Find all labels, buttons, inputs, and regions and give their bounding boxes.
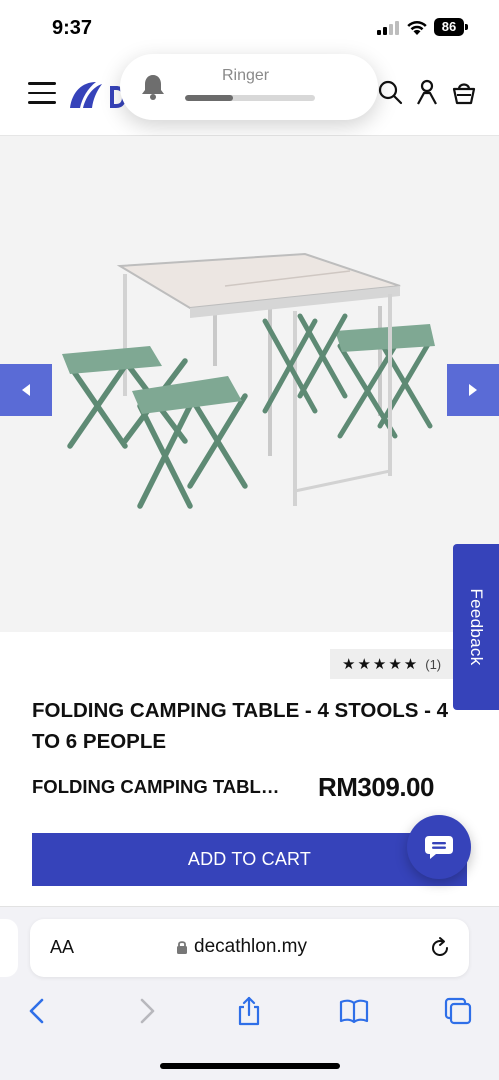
variant-name: FOLDING CAMPING TABLE - 4 STOOLS - 4 TO … [32,776,287,797]
ringer-volume-track [185,95,315,101]
gallery-next-button[interactable] [447,364,499,416]
wifi-icon [407,21,427,35]
lock-icon [177,940,187,954]
status-bar: 9:37 86 [0,0,499,54]
basket-icon[interactable] [450,78,478,106]
cellular-signal-icon [377,21,399,35]
decathlon-logo[interactable] [66,78,126,112]
reader-settings-button[interactable]: AA [50,937,74,958]
screen: 9:37 86 Ringer ★★★★★ (1) Feedback FOLDIN… [0,0,499,1080]
browser-toolbar: AA decathlon.my [0,906,499,1080]
forward-icon[interactable] [130,995,162,1027]
search-icon[interactable] [376,78,404,106]
bell-icon [142,75,164,100]
bookmarks-icon[interactable] [338,995,370,1027]
user-icon[interactable] [413,78,441,106]
add-to-cart-button[interactable]: ADD TO CART [32,833,467,886]
rating-summary[interactable]: ★★★★★ (1) [330,649,453,679]
home-indicator [160,1063,340,1069]
tabs-icon[interactable] [442,995,474,1027]
chevron-right-icon [469,384,477,396]
url-display[interactable]: decathlon.my [176,936,307,958]
status-time: 9:37 [52,17,93,39]
feedback-tab[interactable]: Feedback [453,544,499,710]
rating-count: (1) [425,656,442,672]
rating-stars: ★★★★★ [342,656,420,673]
chat-bubble-icon [425,836,453,859]
chat-button[interactable] [407,815,471,879]
address-bar[interactable]: AA decathlon.my [30,919,469,977]
product-title: FOLDING CAMPING TABLE - 4 STOOLS - 4 TO … [32,699,449,753]
previous-tab-preview[interactable] [0,919,18,977]
chevron-left-icon [22,384,30,396]
hamburger-icon[interactable] [28,82,56,104]
reload-icon[interactable] [428,936,452,960]
ringer-volume-hud: Ringer [120,54,378,120]
share-icon[interactable] [233,995,265,1027]
feedback-label: Feedback [467,588,486,666]
product-image [62,252,435,509]
url-text: decathlon.my [194,936,308,957]
product-price: RM309.00 [318,772,434,802]
ringer-label: Ringer [222,67,270,84]
battery-indicator: 86 [434,18,464,36]
back-icon[interactable] [22,995,54,1027]
product-gallery[interactable] [0,136,499,632]
ringer-volume-fill [185,95,234,101]
gallery-prev-button[interactable] [0,364,52,416]
battery-cap [465,24,468,30]
